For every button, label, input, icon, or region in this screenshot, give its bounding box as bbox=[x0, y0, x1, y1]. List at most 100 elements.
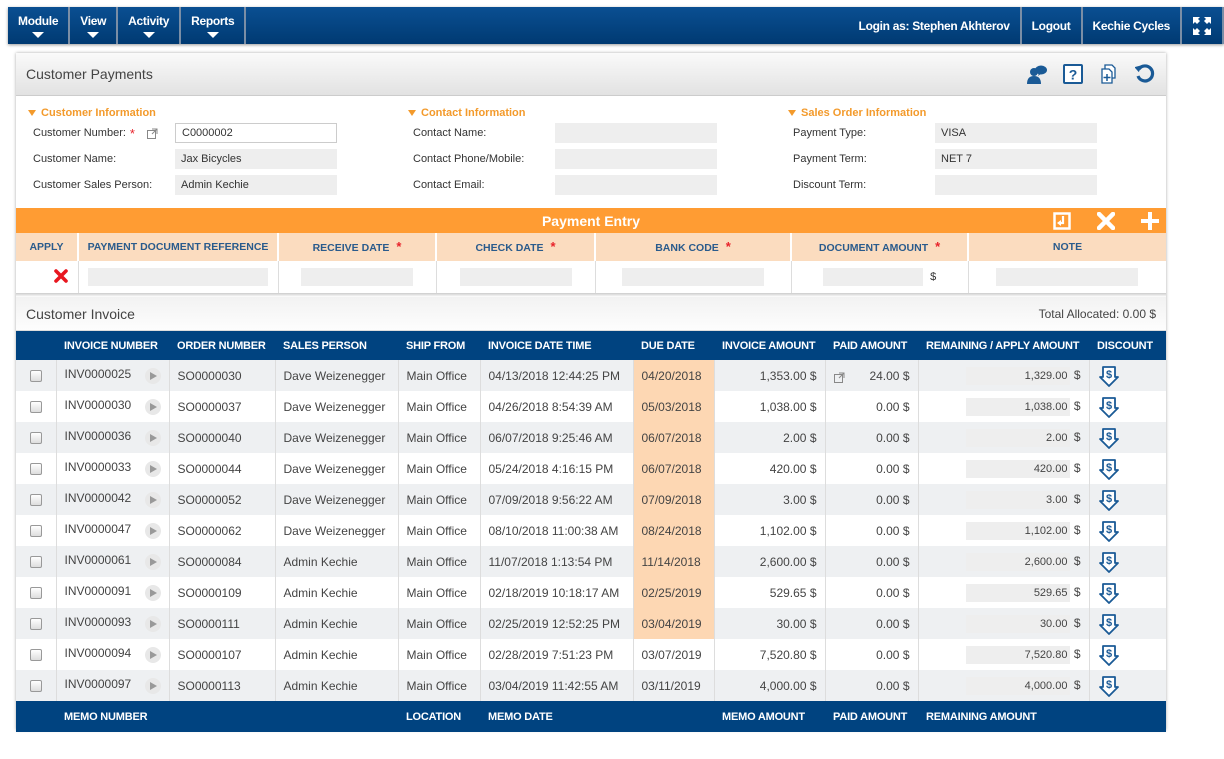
col-invoice-amount[interactable]: INVOICE AMOUNT bbox=[714, 331, 825, 360]
row-checkbox[interactable] bbox=[29, 401, 42, 414]
contact-info-section: Contact Information Contact Name: Contac… bbox=[396, 106, 717, 198]
apply-amount-input[interactable]: 3.00 bbox=[966, 490, 1071, 509]
invoice-row: INV0000025 SO0000030 Dave Weizenegger Main … bbox=[16, 360, 1166, 391]
apply-amount-input[interactable]: 1,102.00 bbox=[966, 521, 1071, 540]
open-invoice-arrow-icon[interactable] bbox=[144, 430, 161, 446]
col-order-number[interactable]: ORDER NUMBER bbox=[169, 331, 275, 360]
contact-info-toggle[interactable]: Contact Information bbox=[408, 106, 717, 120]
refresh-button[interactable] bbox=[1134, 63, 1156, 85]
menu-reports[interactable]: Reports bbox=[181, 7, 247, 44]
sales-order-info-toggle[interactable]: Sales Order Information bbox=[788, 106, 1097, 120]
row-checkbox[interactable] bbox=[29, 587, 42, 600]
col-discount[interactable]: DISCOUNT bbox=[1089, 331, 1166, 360]
open-invoice-arrow-icon[interactable] bbox=[144, 368, 161, 384]
menu-module-label: Module bbox=[18, 13, 59, 28]
apply-amount-input[interactable]: 420.00 bbox=[966, 459, 1071, 478]
row-checkbox[interactable] bbox=[29, 432, 42, 445]
row-checkbox[interactable] bbox=[29, 618, 42, 631]
discount-icon[interactable]: $ bbox=[1098, 489, 1120, 511]
col-invoice-date-time[interactable]: INVOICE DATE TIME bbox=[480, 331, 633, 360]
fullscreen-button[interactable] bbox=[1180, 7, 1224, 44]
select-cell bbox=[16, 391, 57, 422]
invoice-date-time: 04/26/2018 8:54:39 AM bbox=[480, 391, 634, 422]
row-checkbox[interactable] bbox=[29, 680, 42, 693]
col-due-date[interactable]: DUE DATE bbox=[633, 331, 714, 360]
open-invoice-arrow-icon[interactable] bbox=[144, 461, 161, 477]
invoice-amount: 4,000.00 $ bbox=[714, 670, 826, 701]
receive-date-input[interactable] bbox=[301, 268, 413, 286]
row-checkbox[interactable] bbox=[29, 525, 42, 538]
invoice-number: INV0000061 bbox=[64, 553, 132, 567]
invoice-date-time: 06/07/2018 9:25:46 AM bbox=[480, 422, 634, 453]
invoice-number: INV0000047 bbox=[64, 522, 132, 536]
discount-icon[interactable]: $ bbox=[1098, 582, 1120, 604]
open-invoice-arrow-icon[interactable] bbox=[144, 554, 161, 570]
discount-icon[interactable]: $ bbox=[1098, 520, 1120, 542]
open-invoice-arrow-icon[interactable] bbox=[144, 678, 161, 694]
clear-payment-button[interactable] bbox=[1090, 208, 1122, 233]
row-checkbox[interactable] bbox=[29, 494, 42, 507]
copy-document-button[interactable] bbox=[1098, 63, 1120, 85]
col-ship-from[interactable]: SHIP FROM bbox=[398, 331, 480, 360]
col-invoice-number[interactable]: INVOICE NUMBER bbox=[56, 331, 169, 360]
row-checkbox[interactable] bbox=[29, 649, 42, 662]
doc-ref-input[interactable] bbox=[88, 268, 268, 286]
company-link[interactable]: Kechie Cycles bbox=[1080, 7, 1180, 44]
open-invoice-arrow-icon[interactable] bbox=[144, 523, 161, 539]
bank-code-input[interactable] bbox=[622, 268, 764, 286]
remove-row-icon[interactable] bbox=[53, 268, 68, 283]
external-link-icon[interactable] bbox=[146, 128, 158, 139]
open-invoice-arrow-icon[interactable] bbox=[144, 492, 161, 508]
logout-link[interactable]: Logout bbox=[1019, 7, 1081, 44]
discount-icon[interactable]: $ bbox=[1098, 613, 1120, 635]
discount-icon[interactable]: $ bbox=[1098, 644, 1120, 666]
col-sales-person[interactable]: SALES PERSON bbox=[275, 331, 398, 360]
customer-info-toggle[interactable]: Customer Information bbox=[28, 106, 337, 120]
external-link-icon[interactable] bbox=[833, 372, 845, 383]
col-paid-amount[interactable]: PAID AMOUNT bbox=[825, 331, 918, 360]
menu-view[interactable]: View bbox=[70, 7, 119, 44]
apply-amount-input[interactable]: 1,038.00 bbox=[966, 397, 1071, 416]
apply-amount-input[interactable]: 2.00 bbox=[966, 428, 1071, 447]
apply-amount-input[interactable]: 2,600.00 bbox=[966, 552, 1071, 571]
ship-from: Main Office bbox=[398, 670, 481, 701]
due-date: 07/09/2018 bbox=[633, 484, 715, 515]
col-remaining-apply-amount[interactable]: REMAINING / APPLY AMOUNT bbox=[918, 331, 1089, 360]
menu-activity[interactable]: Activity bbox=[118, 7, 182, 44]
customer-name-field: Jax Bicycles bbox=[175, 149, 337, 169]
discount-icon[interactable]: $ bbox=[1098, 675, 1120, 697]
doc-amount-input[interactable] bbox=[822, 268, 923, 286]
customer-number-input[interactable]: C0000002 bbox=[175, 123, 337, 143]
discount-icon[interactable]: $ bbox=[1098, 427, 1120, 449]
apply-amount-input[interactable]: 529.65 bbox=[966, 583, 1071, 602]
apply-amount-input[interactable]: 7,520.80 bbox=[966, 645, 1071, 664]
import-payment-button[interactable] bbox=[1046, 208, 1078, 233]
invoice-amount: 30.00 $ bbox=[714, 608, 826, 639]
open-invoice-arrow-icon[interactable] bbox=[144, 616, 161, 632]
apply-amount-input[interactable]: 30.00 bbox=[966, 614, 1071, 633]
discount-icon[interactable]: $ bbox=[1098, 551, 1120, 573]
open-invoice-arrow-icon[interactable] bbox=[144, 585, 161, 601]
row-checkbox[interactable] bbox=[29, 463, 42, 476]
menu-module[interactable]: Module bbox=[8, 7, 71, 44]
check-date-input[interactable] bbox=[459, 268, 572, 286]
open-invoice-arrow-icon[interactable] bbox=[144, 647, 161, 663]
col-receive-date: RECEIVE DATE * bbox=[278, 233, 437, 261]
apply-amount-input[interactable]: 1,329.00 bbox=[966, 366, 1071, 385]
open-invoice-arrow-icon[interactable] bbox=[144, 399, 161, 415]
row-checkbox[interactable] bbox=[29, 556, 42, 569]
apply-amount-input[interactable]: 4,000.00 bbox=[966, 676, 1071, 695]
discount-icon[interactable]: $ bbox=[1098, 458, 1120, 480]
note-cell bbox=[968, 261, 1166, 293]
discount-icon[interactable]: $ bbox=[1098, 365, 1120, 387]
row-checkbox[interactable] bbox=[29, 370, 42, 383]
help-button[interactable]: ? bbox=[1062, 63, 1084, 85]
discount-cell: $ bbox=[1089, 608, 1166, 639]
currency-label: $ bbox=[1073, 429, 1081, 444]
discount-icon[interactable]: $ bbox=[1098, 396, 1120, 418]
remaining-apply-cell: 1,102.00 $ bbox=[918, 515, 1090, 546]
support-chat-button[interactable] bbox=[1026, 63, 1048, 85]
order-number: SO0000052 bbox=[169, 484, 276, 515]
note-input[interactable] bbox=[996, 268, 1139, 286]
add-payment-button[interactable] bbox=[1134, 208, 1166, 233]
